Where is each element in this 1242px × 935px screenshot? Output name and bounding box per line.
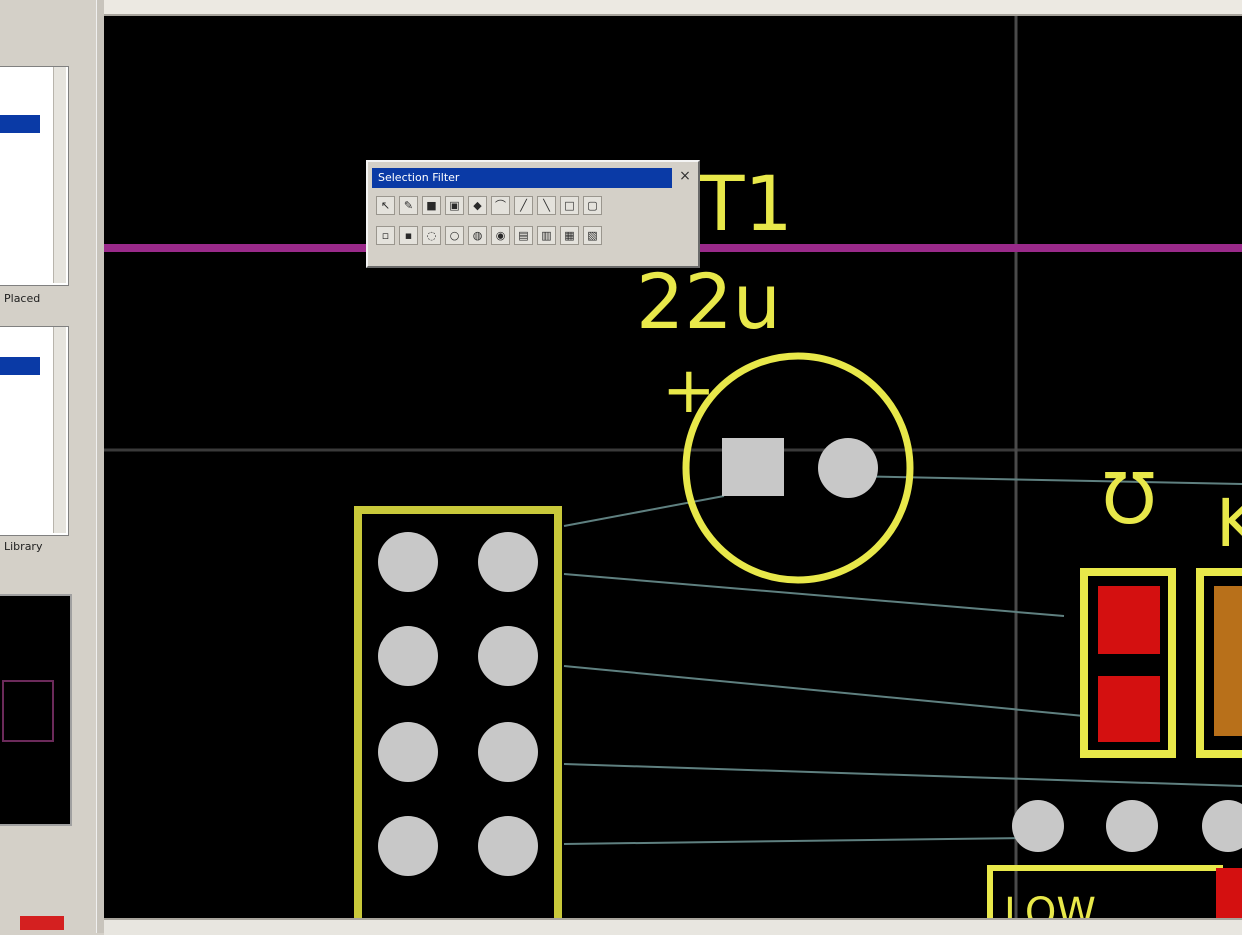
- bottom-pad: [1106, 800, 1158, 852]
- header-pad: [378, 722, 438, 782]
- capacitor-polarity-mark: +: [662, 354, 716, 428]
- bottom-pad: [1012, 800, 1064, 852]
- edit-tool-button[interactable]: ✎: [399, 196, 418, 215]
- pcb-canvas[interactable]: + T1 22u Ω K LOW Selection Filter × ↖ ✎ …: [104, 16, 1242, 918]
- toolbar-row-2: ▫ ▪ ◌ ○ ◍ ◉ ▤ ▥ ▦ ▧: [376, 226, 602, 245]
- pcb-drawing: + T1 22u Ω K LOW: [104, 16, 1242, 918]
- library-list-caption: Library: [4, 540, 43, 553]
- header-pad: [378, 626, 438, 686]
- library-list-selected-item[interactable]: [0, 357, 40, 375]
- layer-button-2[interactable]: ▪: [399, 226, 418, 245]
- header-pad: [478, 532, 538, 592]
- resistor-pad-top: [1098, 586, 1160, 654]
- header-pad: [478, 816, 538, 876]
- bottom-status-strip: [104, 918, 1242, 935]
- layer-button-10[interactable]: ▧: [583, 226, 602, 245]
- via-tool-button[interactable]: ◆: [468, 196, 487, 215]
- diagonal-tool-button[interactable]: ╲: [537, 196, 556, 215]
- select-tool-button[interactable]: ↖: [376, 196, 395, 215]
- resistor-label-ohm: Ω: [1103, 455, 1157, 537]
- ratsnest-line: [843, 475, 1242, 485]
- arc-tool-button[interactable]: ⌒: [491, 196, 510, 215]
- close-icon[interactable]: ×: [678, 168, 692, 186]
- ratsnest-line: [563, 665, 1085, 717]
- layer-button-5[interactable]: ◍: [468, 226, 487, 245]
- library-list[interactable]: [0, 326, 69, 536]
- component-list-caption: Placed: [4, 292, 41, 305]
- header-pad: [478, 722, 538, 782]
- pad-tool-button[interactable]: ■: [422, 196, 441, 215]
- capacitor-pad-square: [722, 438, 784, 496]
- bottom-pad: [1202, 800, 1242, 852]
- layer-button-1[interactable]: ▫: [376, 226, 395, 245]
- layer-button-4[interactable]: ○: [445, 226, 464, 245]
- header-pad: [378, 816, 438, 876]
- bottom-red-pad: [1216, 868, 1242, 918]
- header-pads: [378, 532, 538, 876]
- layer-button-8[interactable]: ▥: [537, 226, 556, 245]
- footprint-preview: [0, 594, 72, 826]
- library-list-scrollbar[interactable]: [53, 327, 66, 533]
- capacitor-value: 22u: [636, 257, 781, 346]
- capacitor-designator: T1: [697, 159, 793, 248]
- component-list-scrollbar[interactable]: [53, 67, 66, 283]
- bottom-pads: [1012, 800, 1242, 852]
- layer-button-3[interactable]: ◌: [422, 226, 441, 245]
- capacitor-pad-round: [818, 438, 878, 498]
- layer-button-7[interactable]: ▤: [514, 226, 533, 245]
- status-indicator: [20, 916, 64, 930]
- component-list[interactable]: [0, 66, 69, 286]
- toolbar-row-1: ↖ ✎ ■ ▣ ◆ ⌒ ╱ ╲ □ ▢: [376, 196, 602, 215]
- ratsnest-line: [563, 763, 1242, 787]
- component-list-selected-item[interactable]: [0, 115, 40, 133]
- resistor-label-partial: K: [1216, 485, 1242, 562]
- component-tool-button[interactable]: ▣: [445, 196, 464, 215]
- resistor2-pads: [1214, 586, 1242, 736]
- header-pad: [478, 626, 538, 686]
- zone-tool-button[interactable]: ▢: [583, 196, 602, 215]
- layer-button-9[interactable]: ▦: [560, 226, 579, 245]
- footprint-preview-outline: [2, 680, 54, 742]
- bottom-component-label: LOW: [1004, 890, 1096, 918]
- ratsnest-line: [563, 837, 1025, 845]
- line-tool-button[interactable]: ╱: [514, 196, 533, 215]
- selection-filter-toolbar[interactable]: Selection Filter × ↖ ✎ ■ ▣ ◆ ⌒ ╱ ╲ □ ▢ ▫…: [366, 160, 700, 268]
- layer-button-6[interactable]: ◉: [491, 226, 510, 245]
- header-pad: [378, 532, 438, 592]
- box-tool-button[interactable]: □: [560, 196, 579, 215]
- resistor-pad-bottom: [1098, 676, 1160, 742]
- toolbar-title[interactable]: Selection Filter: [372, 168, 672, 188]
- top-ruler: [104, 0, 1242, 16]
- left-panel: Placed Library: [0, 0, 104, 933]
